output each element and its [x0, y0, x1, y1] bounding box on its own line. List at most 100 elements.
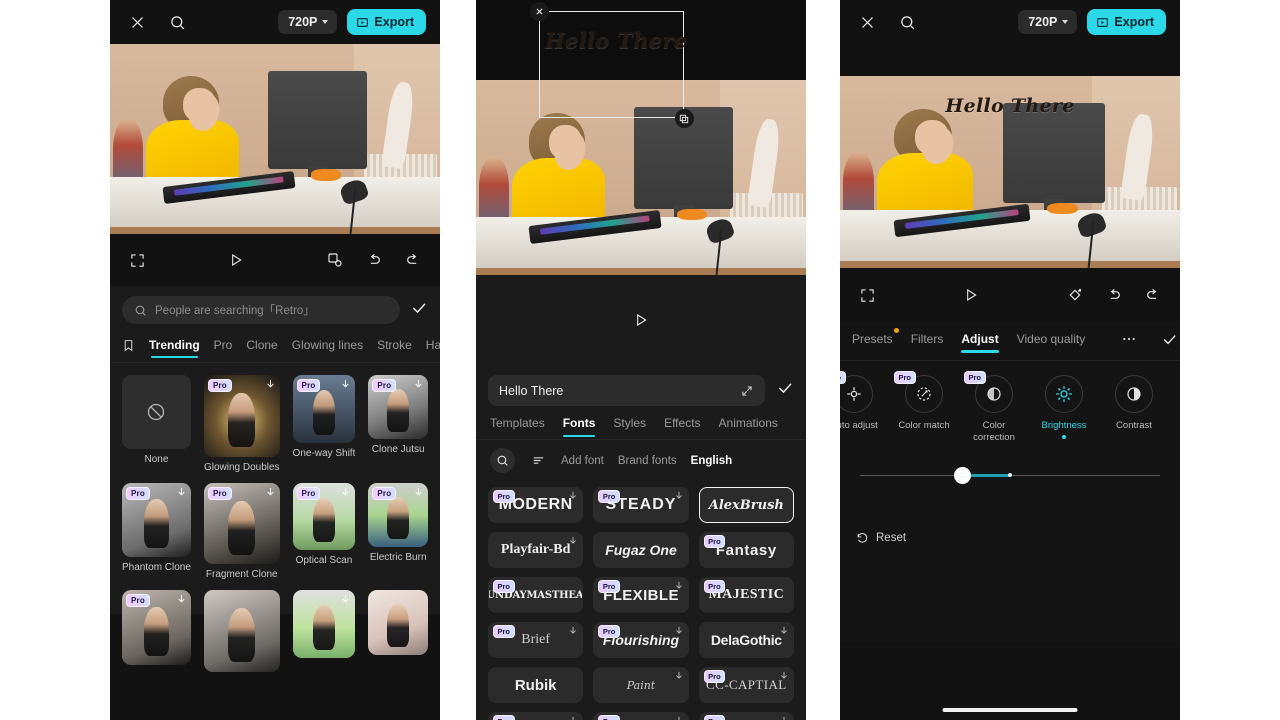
effect-thumbnail[interactable]: Pro — [292, 482, 356, 551]
effects-category-clone[interactable]: Clone — [246, 338, 277, 360]
download-icon[interactable] — [176, 487, 187, 498]
download-icon[interactable] — [674, 716, 684, 720]
download-icon[interactable] — [413, 379, 424, 390]
close-icon[interactable] — [854, 9, 880, 35]
font-card[interactable]: AlexBrush — [698, 487, 794, 523]
close-icon[interactable] — [529, 2, 549, 21]
download-icon[interactable] — [674, 671, 684, 681]
effects-category-glowing-lines[interactable]: Glowing lines — [292, 338, 363, 360]
download-icon[interactable] — [779, 671, 789, 681]
redo-icon[interactable] — [1140, 282, 1166, 308]
close-icon[interactable] — [124, 9, 150, 35]
effect-item[interactable]: Pro Optical Scan — [292, 482, 356, 581]
effect-thumbnail[interactable]: Pro — [203, 375, 280, 457]
adjust-video-preview[interactable]: Hello There — [840, 76, 1180, 268]
effect-item[interactable]: Pro Phantom Clone — [122, 482, 191, 581]
effect-thumbnail[interactable] — [122, 375, 191, 450]
language-selector[interactable]: English — [691, 455, 733, 467]
export-button[interactable]: Export — [347, 9, 426, 35]
tab-styles[interactable]: Styles — [613, 416, 646, 439]
tab-presets[interactable]: Presets — [852, 327, 899, 355]
play-icon[interactable] — [958, 282, 984, 308]
adjust-item-saturation[interactable]: Saturation — [1176, 375, 1180, 432]
split-icon[interactable] — [322, 247, 348, 273]
adjust-item-brightness[interactable]: Brightness — [1036, 375, 1092, 439]
undo-icon[interactable] — [361, 247, 387, 273]
search-icon[interactable] — [490, 448, 515, 473]
font-card[interactable]: Rubik — [488, 667, 584, 703]
font-card[interactable]: ProSUNDAYMASTHEAD — [488, 577, 584, 613]
adjust-item-color-correction[interactable]: Pro Color correction — [964, 371, 1022, 444]
resolution-selector[interactable]: 720P — [1018, 10, 1078, 34]
font-card[interactable]: ProClassical — [488, 712, 584, 720]
confirm-text-button[interactable] — [776, 379, 794, 402]
brand-fonts-link[interactable]: Brand fonts — [618, 455, 677, 467]
download-icon[interactable] — [674, 491, 684, 501]
text-input[interactable]: Hello There — [488, 375, 765, 406]
effect-item[interactable]: Pro — [122, 590, 191, 677]
download-icon[interactable] — [413, 487, 424, 498]
keyframe-icon[interactable] — [1062, 282, 1088, 308]
search-icon[interactable] — [894, 9, 920, 35]
effect-thumbnail[interactable]: Pro — [122, 482, 191, 558]
tab-fonts[interactable]: Fonts — [562, 416, 595, 439]
video-preview[interactable] — [110, 44, 440, 234]
reset-button[interactable]: Reset — [840, 486, 1180, 545]
effect-item[interactable]: Pro Fragment Clone — [203, 482, 280, 580]
effects-category-trending[interactable]: Trending — [149, 338, 200, 360]
search-input[interactable]: People are searching「Retro」 — [122, 296, 400, 324]
fullscreen-icon[interactable] — [124, 247, 150, 273]
adjust-item-auto-adjust[interactable]: Pro Auto adjust — [840, 371, 882, 432]
font-card[interactable]: Pro Fantasy — [698, 532, 794, 568]
more-icon[interactable] — [1121, 326, 1137, 352]
download-icon[interactable] — [265, 487, 276, 498]
font-card[interactable]: Pro Brief — [488, 622, 584, 658]
fullscreen-icon[interactable] — [854, 282, 880, 308]
tab-video-quality[interactable]: Video quality — [1017, 332, 1086, 355]
download-icon[interactable] — [568, 536, 578, 546]
font-card[interactable]: Pro CC-CAPTIAL — [698, 667, 794, 703]
download-icon[interactable] — [176, 594, 187, 605]
tab-adjust[interactable]: Adjust — [961, 332, 1000, 355]
font-card[interactable]: Pro MODERN — [488, 487, 584, 523]
font-card[interactable]: Pro STEADY — [593, 487, 689, 523]
font-card[interactable]: Playfair-Bd — [488, 532, 584, 568]
effect-thumbnail[interactable]: Pro — [122, 590, 191, 665]
play-icon[interactable] — [628, 307, 654, 333]
download-icon[interactable] — [674, 626, 684, 636]
download-icon[interactable] — [340, 379, 351, 390]
effect-thumbnail[interactable] — [203, 590, 280, 672]
download-icon[interactable] — [568, 491, 578, 501]
font-card[interactable]: Pro MAJESTIC — [698, 577, 794, 613]
font-card[interactable]: Fugaz One — [593, 532, 689, 568]
effect-thumbnail[interactable] — [292, 590, 356, 659]
effect-item[interactable] — [203, 590, 280, 677]
add-font-link[interactable]: Add font — [561, 455, 604, 467]
resize-handle-icon[interactable] — [674, 109, 694, 129]
adjust-item-contrast[interactable]: Contrast — [1106, 375, 1162, 432]
download-icon[interactable] — [265, 379, 276, 390]
font-card[interactable]: DelaGothic — [698, 622, 794, 658]
text-video-preview[interactable] — [476, 80, 806, 275]
effect-thumbnail[interactable]: Pro — [368, 482, 428, 548]
download-icon[interactable] — [779, 716, 789, 720]
effects-category-stroke[interactable]: Stroke — [377, 338, 412, 360]
resolution-selector[interactable]: 720P — [278, 10, 338, 34]
download-icon[interactable] — [340, 487, 351, 498]
font-card[interactable]: Paint — [593, 667, 689, 703]
play-icon[interactable] — [223, 247, 249, 273]
confirm-effects-button[interactable] — [410, 299, 428, 322]
bookmark-icon[interactable] — [122, 336, 135, 354]
adjust-item-color-match[interactable]: Pro Color match — [894, 371, 952, 432]
effect-item[interactable]: Pro Electric Burn — [368, 482, 428, 581]
download-icon[interactable] — [568, 716, 578, 720]
effect-item[interactable]: Pro One-way Shift — [292, 375, 356, 473]
effect-item[interactable] — [368, 590, 428, 677]
export-button[interactable]: Export — [1087, 9, 1166, 35]
effect-item[interactable]: Pro Clone Jutsu — [368, 375, 428, 473]
download-icon[interactable] — [674, 581, 684, 591]
search-icon[interactable] — [164, 9, 190, 35]
effects-category-pro[interactable]: Pro — [214, 338, 233, 360]
effect-item[interactable]: None — [122, 375, 191, 473]
redo-icon[interactable] — [400, 247, 426, 273]
